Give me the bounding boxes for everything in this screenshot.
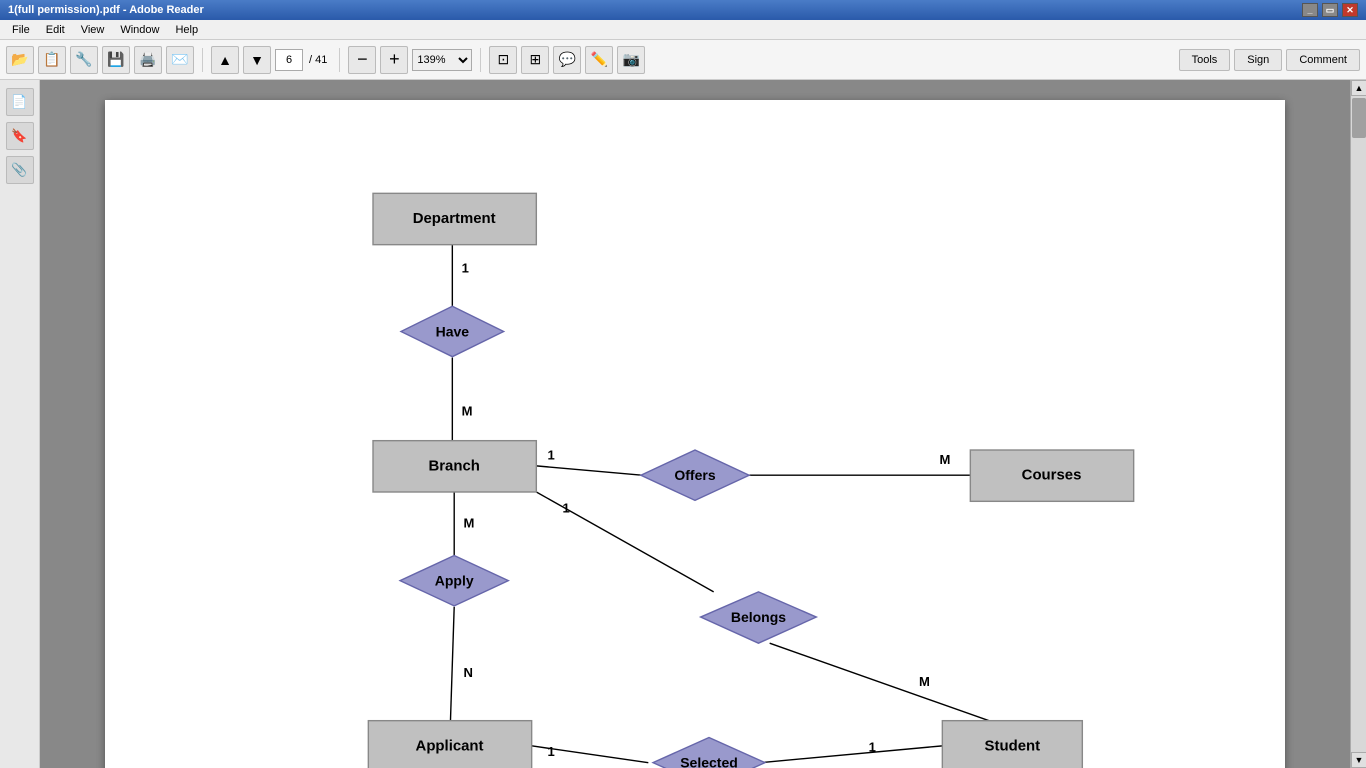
svg-text:Student: Student — [985, 737, 1041, 754]
title-bar: 1(full permission).pdf - Adobe Reader _ … — [0, 0, 1366, 20]
menu-help[interactable]: Help — [167, 22, 206, 38]
left-sidebar: 📄 🔖 📎 — [0, 80, 40, 768]
zoom-select[interactable]: 139% 100% 75% — [412, 49, 472, 71]
main-area: 📄 🔖 📎 — [0, 80, 1366, 768]
page-input[interactable] — [275, 49, 303, 71]
zoom-out-button[interactable]: − — [348, 46, 376, 74]
svg-text:M: M — [940, 452, 951, 467]
svg-text:M: M — [462, 403, 473, 418]
svg-text:Offers: Offers — [674, 467, 715, 483]
scroll-up-button[interactable]: ▲ — [1351, 80, 1366, 96]
svg-text:Branch: Branch — [428, 457, 479, 474]
toolbar: 📂 📋 🔧 💾 🖨️ ✉️ ▲ ▼ / 41 − + 139% 100% 75%… — [0, 40, 1366, 80]
restore-button[interactable]: ▭ — [1322, 3, 1338, 17]
attachment-button[interactable]: 📎 — [6, 156, 34, 184]
print-button[interactable]: 🖨️ — [134, 46, 162, 74]
sign-button[interactable]: Sign — [1234, 49, 1282, 71]
scroll-thumb[interactable] — [1352, 98, 1366, 138]
comment-button[interactable]: 💬 — [553, 46, 581, 74]
svg-text:1: 1 — [462, 261, 469, 276]
menu-bar: File Edit View Window Help — [0, 20, 1366, 40]
open-recent-button[interactable]: 📋 — [38, 46, 66, 74]
save-button[interactable]: 💾 — [102, 46, 130, 74]
close-button[interactable]: ✕ — [1342, 3, 1358, 17]
svg-text:1: 1 — [562, 501, 569, 516]
right-scrollbar[interactable]: ▲ ▼ — [1350, 80, 1366, 768]
pdf-area[interactable]: 1 M 1 M M N 1 M 1 1 Department Have Br — [40, 80, 1350, 768]
email-button[interactable]: ✉️ — [166, 46, 194, 74]
menu-window[interactable]: Window — [112, 22, 167, 38]
page-thumbnail-button[interactable]: 📄 — [6, 88, 34, 116]
svg-text:Have: Have — [436, 323, 470, 339]
separator-3 — [480, 48, 481, 72]
menu-view[interactable]: View — [73, 22, 113, 38]
svg-text:M: M — [919, 674, 930, 689]
bookmark-button[interactable]: 🔖 — [6, 122, 34, 150]
highlight-button[interactable]: ✏️ — [585, 46, 613, 74]
svg-text:Courses: Courses — [1022, 467, 1082, 484]
tools-button[interactable]: 🔧 — [70, 46, 98, 74]
svg-text:1: 1 — [869, 739, 876, 754]
snapshot-button[interactable]: 📷 — [617, 46, 645, 74]
pdf-page: 1 M 1 M M N 1 M 1 1 Department Have Br — [105, 100, 1285, 768]
fit-page-button[interactable]: ⊡ — [489, 46, 517, 74]
open-button[interactable]: 📂 — [6, 46, 34, 74]
window-controls: _ ▭ ✕ — [1302, 3, 1358, 17]
fit-width-button[interactable]: ⊞ — [521, 46, 549, 74]
scroll-down-button[interactable]: ▼ — [1351, 752, 1366, 768]
page-total: / 41 — [309, 54, 327, 66]
next-page-button[interactable]: ▼ — [243, 46, 271, 74]
er-diagram: 1 M 1 M M N 1 M 1 1 Department Have Br — [105, 100, 1285, 768]
menu-file[interactable]: File — [4, 22, 38, 38]
svg-text:Applicant: Applicant — [416, 737, 484, 754]
svg-text:1: 1 — [548, 744, 555, 759]
menu-edit[interactable]: Edit — [38, 22, 73, 38]
prev-page-button[interactable]: ▲ — [211, 46, 239, 74]
scroll-track[interactable] — [1351, 96, 1366, 752]
minimize-button[interactable]: _ — [1302, 3, 1318, 17]
comment-panel-button[interactable]: Comment — [1286, 49, 1360, 71]
svg-text:Selected: Selected — [680, 755, 738, 768]
separator-1 — [202, 48, 203, 72]
svg-text:N: N — [464, 665, 473, 680]
svg-text:Apply: Apply — [435, 573, 474, 589]
svg-text:Department: Department — [413, 210, 496, 227]
window-title: 1(full permission).pdf - Adobe Reader — [8, 4, 204, 16]
zoom-in-button[interactable]: + — [380, 46, 408, 74]
svg-text:M: M — [464, 515, 475, 530]
tools-panel-button[interactable]: Tools — [1179, 49, 1231, 71]
page-nav: / 41 — [275, 49, 331, 71]
svg-text:Belongs: Belongs — [731, 609, 786, 625]
separator-2 — [339, 48, 340, 72]
svg-text:1: 1 — [548, 447, 555, 462]
